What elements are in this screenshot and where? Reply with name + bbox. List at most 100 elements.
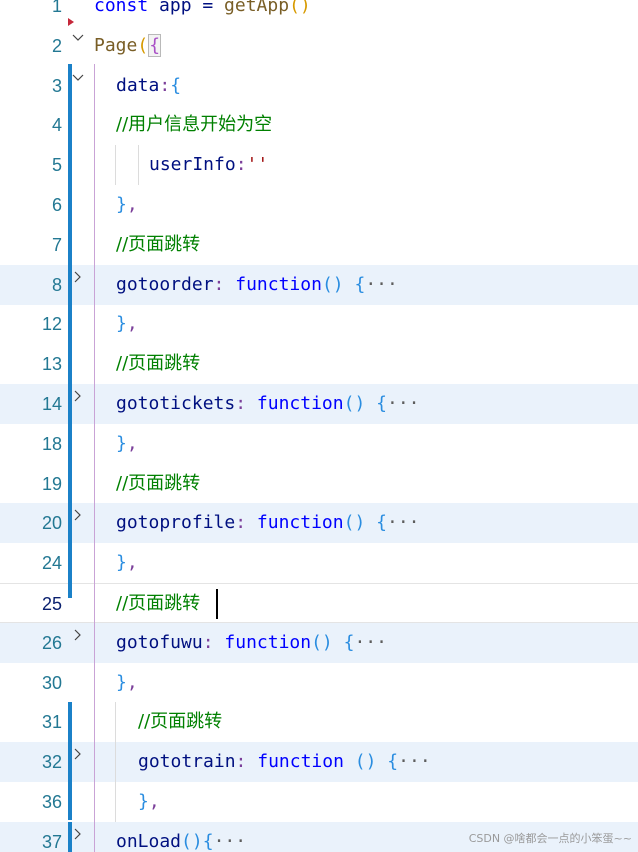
code-text[interactable]: userInfo:'': [149, 145, 268, 185]
line-number: 18: [41, 433, 62, 454]
modified-line-bar: [68, 64, 72, 598]
bracket-scope-guide: [94, 64, 95, 852]
code-text[interactable]: //页面跳转: [116, 464, 200, 504]
line-number: 36: [41, 792, 62, 812]
line-number: 6: [51, 195, 62, 215]
folded-ellipsis[interactable]: ···: [398, 751, 431, 772]
folded-ellipsis[interactable]: ···: [365, 274, 398, 295]
code-line[interactable]: 7 //页面跳转: [0, 225, 638, 265]
code-token: ,: [126, 194, 138, 215]
code-token: (): [311, 631, 333, 653]
modified-line-bar: [68, 822, 72, 852]
code-text[interactable]: //用户信息开始为空: [116, 105, 272, 145]
code-line[interactable]: 1 const app = getApp(): [0, 0, 638, 26]
code-text[interactable]: gototrain: function () {···: [138, 742, 431, 782]
code-token: app =: [148, 0, 225, 16]
code-text[interactable]: },: [116, 424, 138, 464]
line-number: 19: [41, 473, 62, 494]
line-number: 20: [41, 513, 62, 534]
fold-collapsed-icon[interactable]: [72, 509, 82, 521]
code-line[interactable]: 8 gotoorder: function() {···: [0, 264, 638, 305]
code-token: ,: [126, 432, 138, 454]
code-line[interactable]: 12},: [0, 304, 638, 344]
code-text[interactable]: },: [116, 663, 138, 703]
fold-collapsed-icon[interactable]: [72, 748, 82, 760]
code-token: {: [376, 512, 387, 534]
code-text[interactable]: onLoad(){···: [116, 822, 246, 852]
line-number: 1: [51, 0, 62, 16]
code-line[interactable]: 36},: [0, 782, 638, 822]
text-cursor: [216, 589, 218, 619]
code-line[interactable]: 25 //页面跳转: [0, 583, 638, 623]
code-token: function: [257, 751, 344, 773]
fold-collapsed-icon[interactable]: [72, 828, 82, 840]
code-text[interactable]: //页面跳转: [116, 225, 200, 265]
fold-collapsed-icon[interactable]: [72, 271, 82, 283]
code-token: function: [256, 512, 344, 534]
code-editor[interactable]: 1 const app = getApp() 2 Page({ 3 data:{4//用户…: [0, 0, 638, 852]
watermark: CSDN @啥都会一点的小笨蛋~~: [468, 832, 632, 845]
code-token: (): [343, 393, 366, 414]
code-token: {: [354, 273, 366, 295]
code-line[interactable]: 3 data:{: [0, 66, 638, 106]
code-text[interactable]: //页面跳转: [116, 344, 200, 384]
code-line[interactable]: 30},: [0, 663, 638, 703]
code-line[interactable]: 6},: [0, 185, 638, 225]
code-text[interactable]: gotofuwu: function() {···: [116, 623, 387, 663]
folded-ellipsis[interactable]: ···: [387, 393, 420, 414]
code-token: gototrain: [138, 751, 236, 773]
code-token: }: [116, 671, 127, 693]
code-token: }: [116, 194, 127, 215]
code-text[interactable]: Page({: [94, 26, 162, 66]
code-line[interactable]: 2 Page({: [0, 26, 638, 66]
folded-ellipsis[interactable]: ···: [354, 632, 387, 653]
folded-ellipsis[interactable]: ···: [214, 831, 247, 852]
code-token: (): [343, 751, 377, 773]
code-token: {: [170, 74, 182, 96]
modified-line-bar: [68, 702, 72, 820]
code-line[interactable]: 26 gotofuwu: function() {···: [0, 622, 638, 663]
fold-expanded-icon[interactable]: [72, 32, 84, 42]
code-line[interactable]: 31 //页面跳转: [0, 702, 638, 743]
code-line[interactable]: 4 //用户信息开始为空: [0, 105, 638, 145]
code-text[interactable]: gotoorder: function() {···: [116, 265, 398, 305]
code-text[interactable]: },: [116, 543, 138, 583]
code-token: gototickets: [116, 393, 236, 414]
code-text[interactable]: gototickets: function() {···: [116, 384, 420, 424]
fold-expanded-icon[interactable]: [72, 72, 84, 82]
code-token: //页面跳转: [116, 233, 201, 255]
code-line[interactable]: 13 //页面跳转: [0, 344, 638, 384]
fold-collapsed-icon[interactable]: [72, 390, 82, 402]
code-text[interactable]: //页面跳转: [116, 584, 200, 624]
code-text[interactable]: },: [116, 304, 138, 344]
code-token: :: [235, 512, 257, 534]
line-number: 26: [41, 632, 62, 653]
line-number: 8: [51, 274, 62, 295]
line-number: 37: [41, 831, 62, 852]
code-text[interactable]: },: [138, 782, 160, 822]
code-text[interactable]: data:{: [116, 66, 181, 106]
code-line[interactable]: 32 gototrain: function () {···: [0, 742, 638, 783]
code-line[interactable]: 20 gotoprofile: function() {···: [0, 503, 638, 544]
code-text[interactable]: //页面跳转: [138, 702, 222, 742]
line-number: 3: [51, 75, 62, 96]
code-text[interactable]: },: [116, 185, 138, 225]
code-line[interactable]: 19 //页面跳转: [0, 464, 638, 504]
folded-ellipsis[interactable]: ···: [387, 512, 420, 533]
code-text[interactable]: const app = getApp(): [94, 0, 311, 26]
fold-collapsed-icon[interactable]: [72, 629, 82, 641]
line-number: 32: [41, 752, 62, 773]
code-token: userInfo: [149, 154, 236, 176]
code-token: ,: [148, 791, 160, 812]
code-line[interactable]: 14 gototickets: function() {···: [0, 384, 638, 424]
code-line[interactable]: 5 userInfo:'': [0, 145, 638, 186]
code-line[interactable]: 24},: [0, 543, 638, 583]
deleted-lines-marker-icon[interactable]: [68, 18, 74, 26]
code-token: getApp: [224, 0, 290, 16]
code-text[interactable]: gotoprofile: function() {···: [116, 503, 420, 543]
code-line[interactable]: 18},: [0, 424, 638, 464]
code-token: :: [213, 273, 236, 295]
